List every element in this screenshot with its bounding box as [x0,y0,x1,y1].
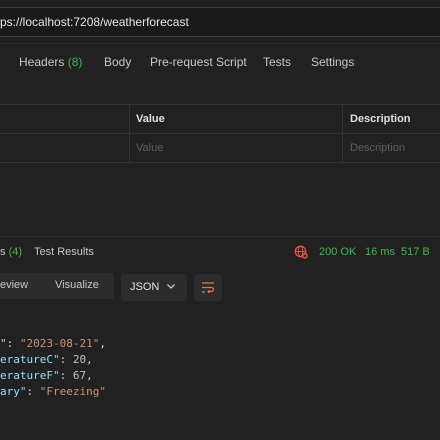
json-key: ary" [0,385,27,398]
json-line: eratureF": 67, [0,369,93,382]
response-size[interactable]: 517 B [401,246,430,258]
status-code[interactable]: 200 OK [319,246,356,258]
value-input[interactable]: Value [136,142,163,154]
json-value: "2023-08-21" [19,337,100,350]
column-header-value: Value [136,113,165,125]
tab-body[interactable]: Body [104,55,131,69]
visualize-button[interactable]: Visualize [55,279,99,291]
view-mode-group: eview Visualize [0,273,114,299]
response-divider [0,236,440,237]
url-bar: ps://localhost:7208/weatherforecast [0,0,440,44]
json-comma: , [86,353,93,366]
json-comma: , [86,369,93,382]
tab-response-headers-count: (4) [8,246,23,258]
globe-error-icon[interactable] [294,245,308,259]
json-line: ": "2023-08-21", [0,337,106,350]
json-comma: , [99,337,106,350]
format-select[interactable]: JSON [121,274,187,301]
column-header-description: Description [350,113,411,125]
tab-headers-label: Headers [19,55,65,69]
table-row: Value Description [0,134,440,163]
json-line: eratureC": 20, [0,353,93,366]
json-value: 20 [72,353,87,366]
url-text[interactable]: ps://localhost:7208/weatherforecast [0,15,189,29]
description-input[interactable]: Description [350,142,405,154]
response-body[interactable]: ": "2023-08-21", eratureC": 20, eratureF… [0,336,106,400]
json-line: ary": "Freezing" [0,385,106,398]
chevron-down-icon [167,284,175,289]
json-key: eratureF" [0,369,60,382]
params-table: Value Description Value Description [0,104,440,164]
request-tabs: Headers (8) Body Pre-request Script Test… [0,52,440,74]
tab-headers-count: (8) [67,55,83,69]
preview-button[interactable]: eview [0,279,28,291]
tab-pre-request-script[interactable]: Pre-request Script [150,55,247,69]
tab-headers[interactable]: Headers (8) [19,55,82,69]
json-value: "Freezing" [39,385,106,398]
wrap-lines-button[interactable] [194,274,222,301]
format-select-value: JSON [130,281,160,293]
json-key: eratureC" [0,353,60,366]
tab-test-results[interactable]: Test Results [34,246,94,258]
tab-response-headers[interactable]: s (4) [0,246,22,258]
json-value: 67 [72,369,87,382]
tab-response-headers-label: s [0,246,6,258]
json-key: " [0,337,7,350]
tab-tests[interactable]: Tests [263,55,291,69]
tab-settings[interactable]: Settings [311,55,354,69]
table-header-row: Value Description [0,105,440,134]
wrap-lines-icon [202,282,215,294]
response-time[interactable]: 16 ms [365,246,395,258]
